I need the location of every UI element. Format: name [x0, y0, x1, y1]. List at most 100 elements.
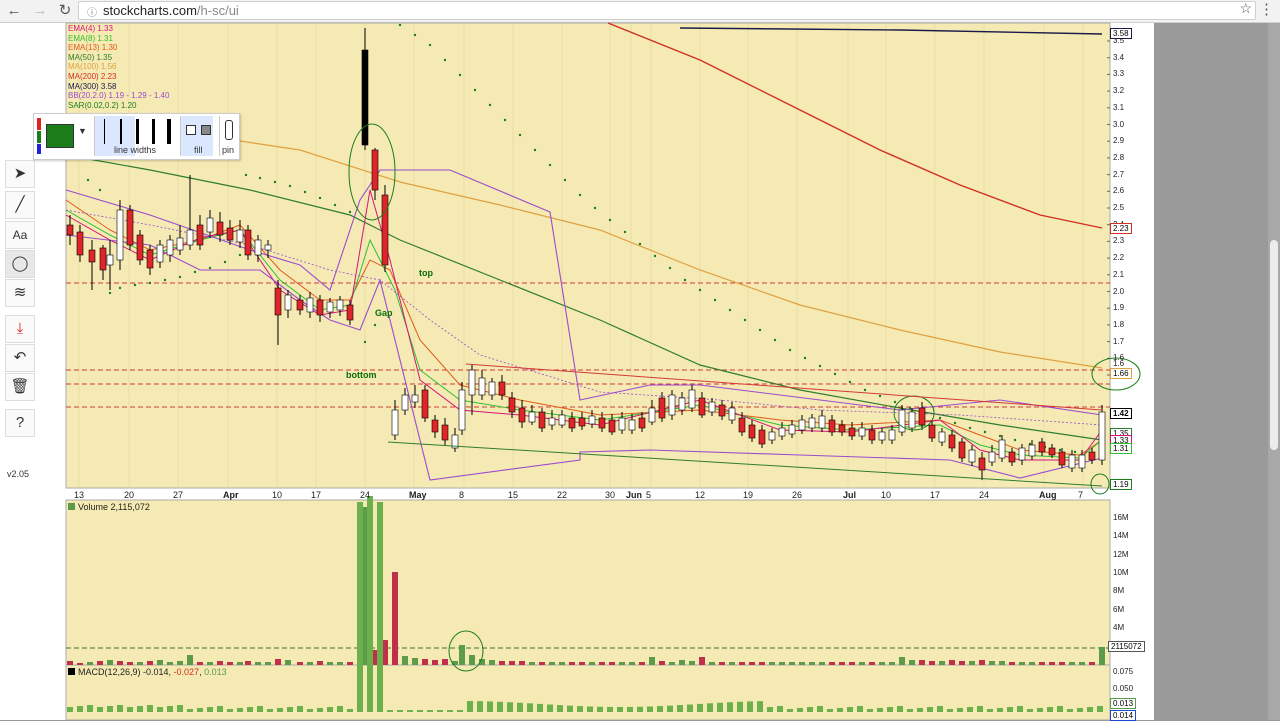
macd-tick-label: 0.075 [1113, 667, 1134, 676]
scrollbar-thumb[interactable] [1270, 240, 1278, 450]
help-icon[interactable]: ? [5, 409, 35, 437]
y-tick-label: 3.0 [1113, 119, 1125, 129]
volume-tick-label: 16M [1113, 513, 1129, 522]
line-width-thickest[interactable] [167, 119, 171, 144]
x-tick-label: Aug [1039, 490, 1057, 500]
x-tick-label: Jul [843, 490, 857, 500]
x-tick-label: 22 [557, 490, 568, 500]
volume-tick-label: 10M [1113, 567, 1129, 577]
browser-menu-icon[interactable]: ⋮ [1259, 0, 1274, 18]
forward-arrow-icon[interactable]: → [30, 1, 50, 21]
y-tick-label: 2.0 [1113, 286, 1125, 296]
line-width-thin[interactable] [104, 119, 105, 144]
fill-label: fill [194, 145, 203, 155]
fibonacci-arc-icon[interactable]: ≋ [5, 279, 35, 307]
fill-solid-icon[interactable] [201, 125, 211, 135]
x-tick-label: 15 [508, 490, 519, 500]
x-tick-label: May [409, 490, 427, 500]
drawing-style-box[interactable]: ▼ line widths fill pin [33, 113, 240, 160]
selected-color-swatch[interactable] [46, 124, 74, 148]
legend-item: MA(50) 1.35 [68, 52, 113, 62]
x-tick-label: 19 [743, 490, 754, 500]
x-tick-label: Jun [626, 490, 643, 500]
price-tag: 3.58 [1110, 28, 1132, 39]
x-tick-label: 13 [74, 490, 85, 500]
volume-last-tag: 2115072 [1108, 641, 1145, 652]
y-tick-label: 2.7 [1113, 169, 1125, 179]
y-tick-label: 2.9 [1113, 136, 1125, 146]
y-tick-label: 2.5 [1113, 203, 1125, 212]
legend-item: MA(200) 2.23 [68, 71, 117, 81]
price-tag: 1.31 [1110, 443, 1132, 454]
y-tick-label: 2.8 [1113, 152, 1125, 162]
y-tick-label: 2.3 [1113, 236, 1125, 246]
x-tick-label: 10 [881, 490, 892, 500]
legend-item: SAR(0.02,0.2) 1.20 [68, 100, 137, 110]
y-tick-label: 3.3 [1113, 69, 1125, 79]
line-width-medium[interactable] [120, 119, 122, 144]
line-widths-label: line widths [114, 145, 157, 155]
volume-tick-label: 14M [1113, 531, 1129, 541]
chevron-down-icon[interactable]: ▼ [78, 126, 87, 136]
fill-none-icon[interactable] [186, 125, 196, 135]
macd-tick-label: 0.050 [1113, 684, 1134, 693]
x-tick-label: 10 [272, 490, 283, 500]
price-tag: 1.19 [1110, 479, 1132, 490]
x-tick-label: 24 [360, 490, 371, 500]
price-tag: 1.42 [1110, 408, 1132, 419]
y-tick-label: 3.4 [1113, 52, 1125, 62]
url-text: stockcharts.com/h-sc/ui [103, 3, 239, 18]
price-tag: 2.23 [1110, 223, 1132, 234]
y-tick-label: 3.1 [1113, 102, 1125, 112]
y-tick-label: 1.9 [1113, 303, 1125, 313]
y-tick-label: 3.2 [1113, 86, 1125, 96]
address-bar[interactable]: ⓘ stockcharts.com/h-sc/ui [78, 1, 1256, 20]
legend-item: EMA(8) 1.31 [68, 33, 113, 43]
volume-tick-label: 8M [1113, 586, 1125, 596]
x-tick-label: 7 [1078, 490, 1084, 500]
legend-item: MA(100) 1.56 [68, 62, 117, 72]
undo-icon[interactable]: ↶ [5, 344, 35, 372]
line-tool-icon[interactable]: ╱ [5, 191, 35, 219]
line-width-thicker[interactable] [152, 119, 155, 144]
pin-icon[interactable] [225, 120, 233, 140]
x-tick-label: 20 [124, 490, 135, 500]
reload-icon[interactable]: ↻ [55, 1, 75, 21]
ellipse-tool-icon[interactable]: ◯ [5, 250, 35, 278]
x-tick-label: 5 [646, 490, 652, 500]
download-icon[interactable]: ⤓ [5, 315, 35, 343]
x-tick-label: 30 [605, 490, 616, 500]
volume-tick-label: 12M [1113, 549, 1129, 559]
browser-toolbar: ← → ↻ ⓘ stockcharts.com/h-sc/ui ☆ ⋮ [0, 0, 1280, 23]
legend-item: MA(300) 3.58 [68, 81, 117, 91]
color-blue-icon[interactable] [37, 144, 41, 154]
x-tick-label: 24 [979, 490, 990, 500]
legend-item: BB(20,2.0) 1.19 - 1.29 - 1.40 [68, 91, 170, 101]
version-label: v2.05 [7, 469, 30, 479]
color-red-icon[interactable] [37, 118, 41, 130]
legend-item: EMA(13) 1.30 [68, 43, 118, 53]
annotation-top[interactable]: top [419, 268, 433, 278]
annotation-bottom[interactable]: bottom [346, 370, 377, 380]
x-tick-label: 8 [459, 490, 465, 500]
x-tick-label: 12 [695, 490, 706, 500]
y-tick-label: 2.1 [1113, 269, 1125, 279]
x-tick-label: 17 [930, 490, 941, 500]
color-green-icon[interactable] [37, 131, 41, 143]
volume-title: Volume 2,115,072 [68, 502, 150, 512]
pin-label: pin [222, 145, 235, 155]
bookmark-star-icon[interactable]: ☆ [1239, 0, 1252, 17]
macd-title: MACD(12,26,9) -0.014, -0.027, 0.013 [68, 667, 227, 677]
x-tick-label: 27 [173, 490, 184, 500]
trash-icon[interactable]: 🗑 [5, 373, 35, 401]
y-tick-label: 1.7 [1113, 336, 1125, 346]
select-arrow-icon[interactable]: ➤ [5, 160, 35, 188]
back-arrow-icon[interactable]: ← [4, 1, 24, 21]
text-tool-icon[interactable]: Aa [5, 221, 35, 249]
macd-tag-hist: 0.014 [1110, 710, 1137, 721]
annotation-gap[interactable]: Gap [375, 308, 393, 318]
y-tick-label: 2.6 [1113, 186, 1125, 196]
y-tick-label: 2.2 [1113, 253, 1125, 263]
line-width-thick[interactable] [136, 119, 139, 144]
info-icon[interactable]: ⓘ [87, 4, 97, 19]
